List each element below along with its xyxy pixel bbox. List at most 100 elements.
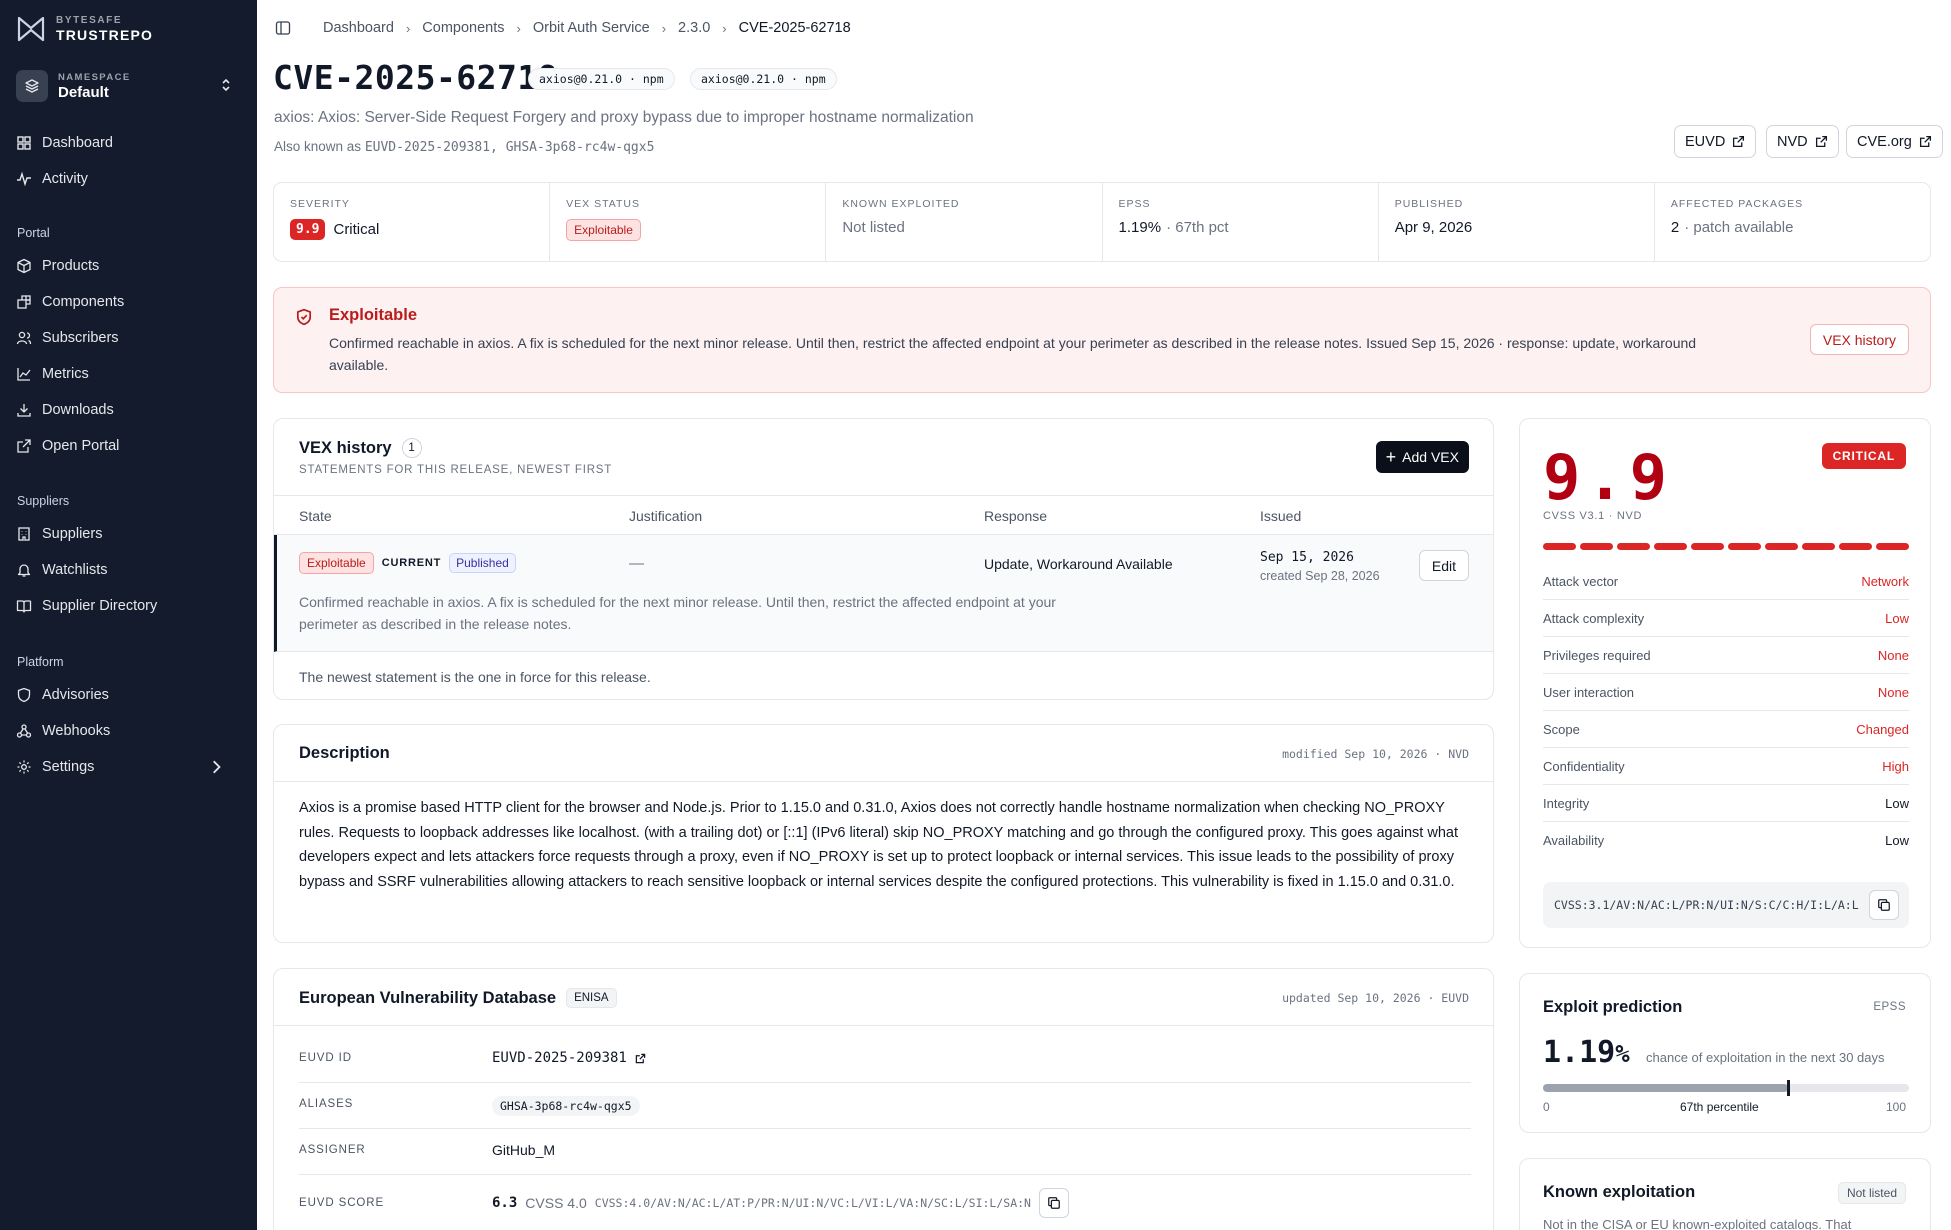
edit-vex-button[interactable]: Edit <box>1418 550 1469 581</box>
description-meta: modified Sep 10, 2026 · NVD <box>1282 747 1469 761</box>
card-title: Known exploitation <box>1543 1183 1696 1201</box>
stat-vex-status: VEX STATUS Exploitable <box>550 183 827 261</box>
nav-open-portal[interactable]: Open Portal <box>16 431 242 461</box>
vex-footer-note: The newest statement is the one in force… <box>299 669 651 685</box>
affected-note: · patch available <box>1684 219 1794 236</box>
nav-metrics[interactable]: Metrics <box>16 359 242 389</box>
field-label: EUVD SCORE <box>299 1197 385 1209</box>
nav-suppliers[interactable]: Suppliers <box>16 519 242 549</box>
brand[interactable]: BYTESAFE TRUSTREPO <box>16 14 153 44</box>
metric-name: Scope <box>1543 722 1580 737</box>
cvss-metric-row: Scope Changed <box>1543 711 1909 748</box>
column-header-justification: Justification <box>629 508 703 524</box>
shield-alert-icon <box>296 308 312 326</box>
nav-label: Activity <box>42 171 88 187</box>
breadcrumb-dashboard[interactable]: Dashboard <box>323 20 394 36</box>
nav-section-suppliers: Suppliers <box>17 494 70 508</box>
nav-label: Downloads <box>42 402 114 418</box>
metric-name: Confidentiality <box>1543 759 1625 774</box>
euvd-link-button[interactable]: EUVD <box>1674 125 1757 158</box>
nav-supplier-directory[interactable]: Supplier Directory <box>16 591 242 621</box>
metric-value: High <box>1882 759 1909 774</box>
copy-cvss-vector-button[interactable] <box>1869 890 1899 920</box>
nav-advisories[interactable]: Advisories <box>16 680 242 710</box>
alert-title: Exploitable <box>329 306 418 324</box>
cvss-card: 9.9 CVSS V3.1 · NVD CRITICAL Attack vect… <box>1519 418 1931 948</box>
field-label: EUVD ID <box>299 1052 352 1064</box>
breadcrumb-components[interactable]: Components <box>422 20 504 36</box>
nav-subscribers[interactable]: Subscribers <box>16 323 242 353</box>
metric-value: Network <box>1861 574 1909 589</box>
link-label: CVE.org <box>1857 133 1912 150</box>
stat-severity: SEVERITY 9.9 Critical <box>274 183 551 261</box>
breadcrumb: Dashboard › Components › Orbit Auth Serv… <box>275 20 851 36</box>
issued-date: Sep 15, 2026 <box>1260 550 1354 565</box>
severity-bar-segment <box>1802 543 1835 550</box>
metric-name: User interaction <box>1543 685 1635 700</box>
nav-downloads[interactable]: Downloads <box>16 395 242 425</box>
column-header-response: Response <box>984 508 1048 524</box>
epss-big-value: 1.19% <box>1543 1035 1630 1070</box>
known-exploitation-card: Known exploitation Not listed Not in the… <box>1519 1158 1931 1230</box>
copy-vector-button[interactable] <box>1038 1188 1069 1218</box>
field-label: ALIASES <box>299 1098 354 1110</box>
cvss-vector: CVSS:3.1/AV:N/AC:L/PR:N/UI:N/S:C/C:H/I:L… <box>1554 898 1859 912</box>
nav-label: Subscribers <box>42 330 119 346</box>
nav-components[interactable]: Components <box>16 287 242 317</box>
breadcrumb-separator-icon: › <box>516 20 521 36</box>
alias-chip: GHSA-3p68-rc4w-qgx5 <box>492 1096 640 1116</box>
nvd-link-button[interactable]: NVD <box>1766 125 1839 158</box>
severity-bar-segment <box>1654 543 1687 550</box>
euvd-meta: updated Sep 10, 2026 · EUVD <box>1282 991 1469 1005</box>
euvd-score-value: 6.3 <box>492 1195 518 1211</box>
page-title: CVE-2025-62718 <box>273 58 559 97</box>
sidebar-toggle-icon[interactable] <box>275 20 291 36</box>
stat-known-exploited: KNOWN EXPLOITED Not listed <box>826 183 1103 261</box>
stat-epss: EPSS 1.19% · 67th pct <box>1103 183 1379 261</box>
brand-product: TRUSTREPO <box>56 27 154 43</box>
metric-value: Changed <box>1856 722 1909 737</box>
nav-products[interactable]: Products <box>16 251 242 281</box>
namespace-value: Default <box>58 83 109 101</box>
severity-text: Critical <box>333 221 380 238</box>
building-icon <box>18 527 30 541</box>
cvss-metric-row: Attack vector Network <box>1543 563 1909 600</box>
vex-history-button[interactable]: VEX history <box>1809 324 1909 355</box>
nav-watchlists[interactable]: Watchlists <box>16 555 242 585</box>
card-title: Description <box>299 744 390 762</box>
metric-name: Integrity <box>1543 796 1590 811</box>
breadcrumb-version[interactable]: 2.3.0 <box>678 20 710 36</box>
metric-name: Availability <box>1543 833 1605 848</box>
card-title: Exploit prediction <box>1543 998 1683 1016</box>
cve-org-link-button[interactable]: CVE.org <box>1846 125 1943 158</box>
published-value: Apr 9, 2026 <box>1394 219 1473 236</box>
column-header-state: State <box>299 508 332 524</box>
epss-value: 1.19% <box>1118 219 1162 236</box>
severity-bar-segment <box>1876 543 1909 550</box>
add-vex-button[interactable]: + Add VEX <box>1375 441 1469 473</box>
blocks-icon <box>17 295 31 309</box>
nav-label: Settings <box>42 759 95 775</box>
cvss-vector-box: CVSS:3.1/AV:N/AC:L/PR:N/UI:N/S:C/C:H/I:L… <box>1543 882 1909 928</box>
euvd-id-link[interactable]: EUVD-2025-209381 <box>492 1050 646 1066</box>
external-link-icon <box>17 439 31 453</box>
page-subtitle: axios: Axios: Server-Side Request Forger… <box>274 109 974 126</box>
nav-section-portal: Portal <box>17 226 50 240</box>
namespace-switcher[interactable]: NAMESPACE Default <box>16 68 242 104</box>
bell-icon <box>17 564 31 577</box>
cvss-metric-row: Attack complexity Low <box>1543 600 1909 637</box>
webhook-icon <box>16 724 32 738</box>
external-link-icon <box>1815 135 1827 148</box>
nav-webhooks[interactable]: Webhooks <box>16 716 242 746</box>
nav-settings[interactable]: Settings <box>16 752 242 782</box>
nav-label: Supplier Directory <box>42 598 158 614</box>
nav-activity[interactable]: Activity <box>16 164 242 194</box>
stat-label: AFFECTED PACKAGES <box>1670 198 1804 210</box>
summary-stats: SEVERITY 9.9 Critical VEX STATUS Exploit… <box>273 182 1931 262</box>
severity-bar-segment <box>1691 543 1724 550</box>
nav-dashboard[interactable]: Dashboard <box>16 128 242 158</box>
breadcrumb-service[interactable]: Orbit Auth Service <box>533 20 650 36</box>
chevron-up-down-icon <box>222 78 230 92</box>
alert-text: Confirmed reachable in axios. A fix is s… <box>329 335 1697 373</box>
known-exploited-value: Not listed <box>842 219 905 236</box>
